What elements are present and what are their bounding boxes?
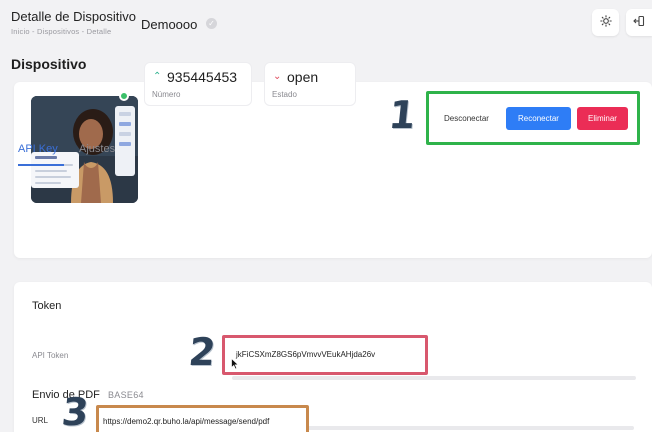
logout-icon xyxy=(633,14,645,32)
reconnect-button[interactable]: Reconectar xyxy=(506,107,571,130)
api-token-field-underline xyxy=(232,376,636,380)
mouse-cursor-icon xyxy=(231,357,240,375)
check-badge-icon: ✓ xyxy=(206,18,217,29)
annotation-3: 3 xyxy=(59,390,91,432)
disconnect-button[interactable]: Desconectar xyxy=(436,107,497,130)
section-title: Dispositivo xyxy=(11,56,87,72)
device-name: Demoooo xyxy=(141,17,198,32)
state-label: Estado xyxy=(272,90,297,99)
top-bar xyxy=(0,0,652,48)
api-token-label: API Token xyxy=(32,351,69,360)
logout-button[interactable] xyxy=(626,9,652,36)
tab-ajustes[interactable]: Ajustes xyxy=(79,143,115,155)
arrow-down-icon: ⌄ xyxy=(273,71,282,82)
online-status-dot xyxy=(119,91,129,101)
annotation-2: 2 xyxy=(186,330,218,374)
pdf-section-subtitle: BASE64 xyxy=(108,390,144,400)
arrow-up-icon: ⌃ xyxy=(153,71,162,82)
annotation-1: 1 xyxy=(386,93,418,137)
number-label: Número xyxy=(152,90,181,99)
url-label: URL xyxy=(32,416,49,425)
state-stat: ⌄ open Estado xyxy=(264,62,356,106)
url-value: https://demo2.qr.buho.la/api/message/sen… xyxy=(103,417,270,426)
sun-icon xyxy=(599,14,612,32)
tab-api-key[interactable]: API Key xyxy=(18,143,58,155)
active-tab-indicator xyxy=(18,164,64,166)
number-value: 935445453 xyxy=(167,69,238,85)
number-stat: ⌃ 935445453 Número xyxy=(144,62,252,106)
delete-button[interactable]: Eliminar xyxy=(577,107,628,130)
state-value: open xyxy=(287,69,319,85)
page-title: Detalle de Dispositivo xyxy=(11,9,137,24)
theme-toggle-button[interactable] xyxy=(592,9,619,36)
api-token-value: jkFiCSXmZ8GS6pVmvvVEukAHjda26v xyxy=(236,350,376,359)
breadcrumb: Inicio - Dispositivos - Detalle xyxy=(11,27,112,36)
token-title: Token xyxy=(32,300,62,312)
